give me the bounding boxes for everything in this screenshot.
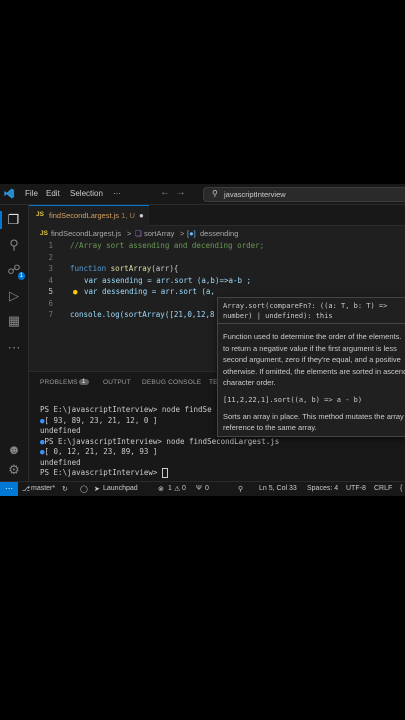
line-number: 2 (48, 253, 53, 262)
hover-signature: Array.sort(compareFn?: ((a: T, b: T) => … (223, 302, 388, 320)
title-bar: File Edit Selection ··· ← → ⚲ javascript… (0, 184, 405, 205)
line-number: 7 (48, 310, 53, 319)
error-icon: ⊗ (158, 486, 164, 493)
editor-tab-bar: JS findSecondLargest.js 1, U ● (29, 205, 405, 226)
cursor-icon (161, 468, 168, 478)
branch-icon: ⎇ (22, 486, 31, 493)
status-branch[interactable]: master* (31, 485, 55, 492)
status-ports[interactable]: 0 (205, 485, 209, 492)
js-file-icon: JS (36, 211, 44, 218)
tab-debug-console[interactable]: DEBUG CONSOLE (142, 379, 201, 386)
menu-selection[interactable]: Selection (70, 189, 103, 198)
problems-count-badge: 1 (79, 379, 89, 385)
breadcrumb-file[interactable]: findSecondLargest.js (51, 229, 121, 238)
tab-findsecondlargest[interactable]: JS findSecondLargest.js 1, U ● (29, 205, 149, 226)
breadcrumb-variable[interactable]: dessending (200, 229, 238, 238)
hover-description: Function used to determine the order of … (223, 332, 405, 387)
source-control-badge: 1 (17, 272, 25, 280)
code-line-1: //Array sort assending and decending ord… (70, 241, 265, 250)
search-text: javascriptInterview (224, 190, 286, 199)
copilot-icon[interactable]: ◯ (80, 485, 88, 493)
menu-more[interactable]: ··· (113, 189, 121, 198)
warning-icon: ⚠ (174, 486, 181, 493)
lightbulb-icon[interactable]: ● (73, 287, 78, 296)
status-eol[interactable]: CRLF (374, 485, 392, 492)
status-errors[interactable]: 1 (168, 485, 172, 492)
status-position[interactable]: Ln 5, Col 33 (259, 485, 297, 492)
forward-arrow-icon[interactable]: → (176, 187, 186, 198)
activity-bar: ❐ ⚲ ☍ 1 ▷ ▦ ⋯ ☻ ⚙ (0, 205, 29, 481)
menu-edit[interactable]: Edit (46, 189, 60, 198)
status-language[interactable]: { (400, 485, 402, 492)
breadcrumb-separator: > (180, 229, 185, 238)
tab-problems[interactable]: PROBLEMS (40, 379, 78, 386)
variable-icon: [●] (187, 229, 196, 238)
hover-sorts-text: Sorts an array in place. This method mut… (223, 412, 404, 432)
terminal-prompt: PS E:\javascriptInterview> (40, 468, 279, 479)
line-number: 6 (48, 299, 53, 308)
function-icon: ❏ (135, 229, 142, 238)
js-file-icon: JS (40, 230, 48, 237)
line-number: 4 (48, 276, 53, 285)
tab-label: findSecondLargest.js 1, U (49, 211, 135, 220)
tab-output[interactable]: OUTPUT (103, 379, 131, 386)
status-launchpad[interactable]: Launchpad (103, 485, 138, 492)
explorer-icon[interactable]: ❐ (0, 211, 25, 229)
command-center-search[interactable]: ⚲ javascriptInterview (203, 187, 405, 202)
hover-divider (218, 323, 405, 324)
breadcrumb-separator: > (127, 229, 132, 238)
terminal-line: ●[ 0, 12, 21, 23, 89, 93 ] (40, 447, 158, 456)
ports-icon: Ψ (196, 485, 202, 492)
nav-arrows: ← → (160, 187, 186, 198)
remote-icon[interactable]: ⋯ (0, 482, 18, 496)
account-icon[interactable]: ☻ (5, 441, 23, 459)
rocket-icon: ➤ (94, 486, 100, 493)
code-line-7: console.log(sortArray([21,0,12,8 (70, 310, 215, 319)
more-icon[interactable]: ⋯ (5, 339, 23, 357)
status-encoding[interactable]: UTF-8 (346, 485, 366, 492)
terminal-line: ●PS E:\javascriptInterview> node findSec… (40, 436, 280, 446)
vscode-logo-icon (4, 188, 15, 199)
status-warnings[interactable]: 0 (182, 485, 186, 492)
breadcrumb: JS findSecondLargest.js > ❏ sortArray > … (29, 227, 405, 241)
sync-icon[interactable]: ↻ (62, 485, 68, 493)
status-spaces[interactable]: Spaces: 4 (307, 485, 338, 492)
settings-gear-icon[interactable]: ⚙ (5, 461, 23, 479)
hover-example: [11,2,22,1].sort((a, b) => a - b) (223, 396, 363, 404)
hover-tooltip: Array.sort(compareFn?: ((a: T, b: T) => … (217, 297, 405, 437)
menu-file[interactable]: File (25, 189, 38, 198)
code-line-3: function sortArray(arr){ (70, 264, 179, 273)
extensions-icon[interactable]: ▦ (5, 312, 23, 330)
code-line-5: var dessending = arr.sort (a, (84, 287, 215, 296)
line-number: 3 (48, 264, 53, 273)
run-debug-icon[interactable]: ▷ (5, 287, 23, 305)
line-number: 5 (48, 287, 53, 296)
search-icon: ⚲ (212, 189, 218, 198)
breadcrumb-function[interactable]: sortArray (144, 229, 174, 238)
back-arrow-icon[interactable]: ← (160, 187, 170, 198)
unsaved-dot-icon[interactable]: ● (139, 211, 144, 220)
status-bar: ⋯ ⎇ master* ↻ ◯ ➤ Launchpad ⊗ 1 ⚠ 0 Ψ 0 … (0, 481, 405, 496)
terminal-line: undefined (40, 457, 81, 467)
source-control-icon[interactable]: ☍ 1 (5, 261, 25, 280)
search-icon[interactable]: ⚲ (5, 236, 23, 254)
zoom-icon[interactable]: ⚲ (238, 485, 243, 493)
code-line-4: var assending = arr.sort (a,b)=>a-b ; (84, 276, 252, 285)
line-number: 1 (48, 241, 53, 250)
